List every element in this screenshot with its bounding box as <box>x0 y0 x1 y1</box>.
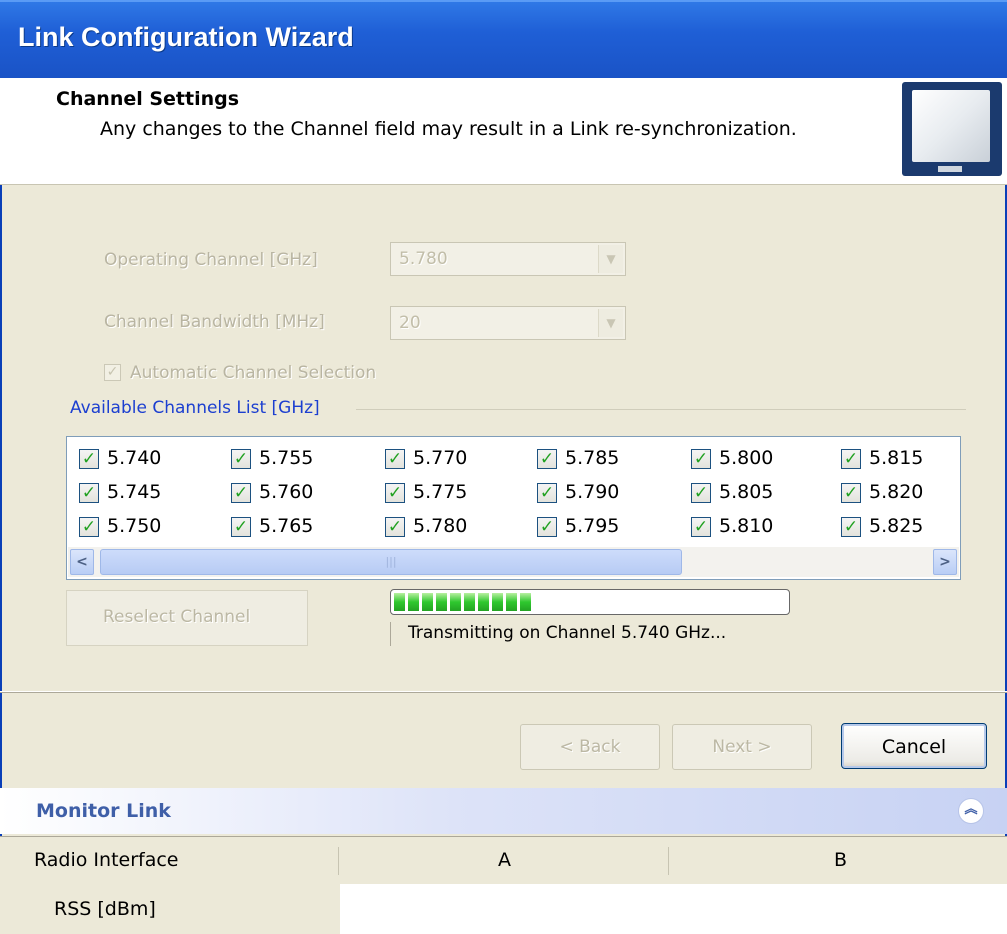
scroll-left-icon[interactable]: < <box>70 549 94 575</box>
table-row: RSS [dBm] <box>0 884 1007 934</box>
channels-group-title: Available Channels List [GHz] <box>70 398 320 418</box>
page-subtitle: Any changes to the Channel field may res… <box>100 118 797 140</box>
monitor-grid-header: Radio Interface A B <box>0 836 1007 885</box>
next-button-label: Next > <box>712 737 772 757</box>
channel-label: 5.805 <box>719 481 774 503</box>
channel-label: 5.770 <box>413 447 468 469</box>
channel-label: 5.765 <box>259 515 314 537</box>
channel-checkbox[interactable]: ✓ <box>385 449 405 469</box>
reselect-channel-button[interactable]: Reselect Channel <box>66 590 308 646</box>
channel-label: 5.740 <box>107 447 162 469</box>
auto-channel-label: Automatic Channel Selection <box>130 363 377 383</box>
operating-channel-label: Operating Channel [GHz] <box>104 250 318 270</box>
channel-label: 5.790 <box>565 481 620 503</box>
horizontal-scrollbar[interactable]: < ||| > <box>68 547 959 577</box>
progress-segment <box>408 593 419 611</box>
title-bar[interactable]: Link Configuration Wizard <box>0 0 1007 78</box>
monitor-link-header[interactable]: Monitor Link ︽ <box>0 788 1007 834</box>
channel-label: 5.825 <box>869 515 924 537</box>
progress-segment <box>394 593 405 611</box>
channel-label: 5.810 <box>719 515 774 537</box>
channel-checkbox[interactable]: ✓ <box>231 483 251 503</box>
collapse-icon[interactable]: ︽ <box>958 798 984 824</box>
chevron-down-icon: ▼ <box>598 309 623 337</box>
progress-segment <box>436 593 447 611</box>
channel-checkbox[interactable]: ✓ <box>537 483 557 503</box>
column-header-a: A <box>498 849 511 871</box>
channel-checkbox[interactable]: ✓ <box>691 483 711 503</box>
cancel-button-label: Cancel <box>881 736 947 758</box>
channel-label: 5.760 <box>259 481 314 503</box>
channel-checkbox[interactable]: ✓ <box>231 517 251 537</box>
progress-segment <box>506 593 517 611</box>
row-label-cell: RSS [dBm] <box>0 884 340 934</box>
progress-segment <box>520 593 531 611</box>
progress-segment <box>422 593 433 611</box>
page-title: Channel Settings <box>56 88 240 110</box>
channel-label: 5.795 <box>565 515 620 537</box>
back-button[interactable]: < Back <box>520 724 660 770</box>
bandwidth-select: 20 ▼ <box>390 306 626 340</box>
scroll-right-icon[interactable]: > <box>933 549 957 575</box>
column-header-radio-interface: Radio Interface <box>34 849 179 871</box>
progress-segment <box>492 593 503 611</box>
channel-label: 5.775 <box>413 481 468 503</box>
auto-channel-checkbox: ✓ <box>104 364 121 381</box>
channel-checkbox[interactable]: ✓ <box>841 449 861 469</box>
bandwidth-value: 20 <box>399 313 421 333</box>
progress-segment <box>478 593 489 611</box>
next-button[interactable]: Next > <box>672 724 812 770</box>
channel-checkbox[interactable]: ✓ <box>537 449 557 469</box>
cancel-button[interactable]: Cancel <box>841 723 987 769</box>
operating-channel-value: 5.780 <box>399 249 448 269</box>
column-divider <box>338 847 339 875</box>
column-divider <box>668 847 669 875</box>
operating-channel-select: 5.780 ▼ <box>390 242 626 276</box>
progress-segment <box>464 593 475 611</box>
channel-label: 5.785 <box>565 447 620 469</box>
channel-checkbox[interactable]: ✓ <box>537 517 557 537</box>
channel-label: 5.745 <box>107 481 162 503</box>
column-header-b: B <box>834 849 848 871</box>
channel-checkbox[interactable]: ✓ <box>385 483 405 503</box>
footer-separator <box>0 691 1007 693</box>
wizard-window: Link Configuration Wizard Channel Settin… <box>0 0 1007 934</box>
channel-label: 5.815 <box>869 447 924 469</box>
status-divider <box>390 622 391 646</box>
progress-bar <box>390 589 790 615</box>
window-title: Link Configuration Wizard <box>18 22 354 52</box>
channels-list: ✓ 5.740 ✓ 5.745 ✓ 5.750 ✓ 5.755 ✓ 5.760 ✓ 5.765 ✓ 5.7… <box>66 436 961 580</box>
antenna-device-icon <box>902 82 1002 176</box>
channel-checkbox[interactable]: ✓ <box>841 483 861 503</box>
channel-label: 5.820 <box>869 481 924 503</box>
scroll-thumb[interactable]: ||| <box>100 549 682 575</box>
channel-checkbox[interactable]: ✓ <box>385 517 405 537</box>
channel-checkbox[interactable]: ✓ <box>841 517 861 537</box>
monitor-link-title: Monitor Link <box>36 800 171 822</box>
status-text: Transmitting on Channel 5.740 GHz... <box>408 623 727 643</box>
back-button-label: < Back <box>559 737 621 757</box>
channel-checkbox[interactable]: ✓ <box>231 449 251 469</box>
channel-label: 5.800 <box>719 447 774 469</box>
channel-checkbox[interactable]: ✓ <box>691 517 711 537</box>
progress-segment <box>450 593 461 611</box>
wizard-header: Channel Settings Any changes to the Chan… <box>0 78 1007 185</box>
channel-checkbox[interactable]: ✓ <box>79 483 99 503</box>
row-label-rss: RSS [dBm] <box>54 898 156 920</box>
channel-checkbox[interactable]: ✓ <box>79 517 99 537</box>
channel-checkbox[interactable]: ✓ <box>79 449 99 469</box>
reselect-channel-label: Reselect Channel <box>103 607 251 627</box>
bandwidth-label: Channel Bandwidth [MHz] <box>104 312 325 332</box>
chevron-down-icon: ▼ <box>598 245 623 273</box>
group-divider <box>356 409 966 410</box>
channel-label: 5.780 <box>413 515 468 537</box>
channel-checkbox[interactable]: ✓ <box>691 449 711 469</box>
channel-label: 5.755 <box>259 447 314 469</box>
channel-label: 5.750 <box>107 515 162 537</box>
